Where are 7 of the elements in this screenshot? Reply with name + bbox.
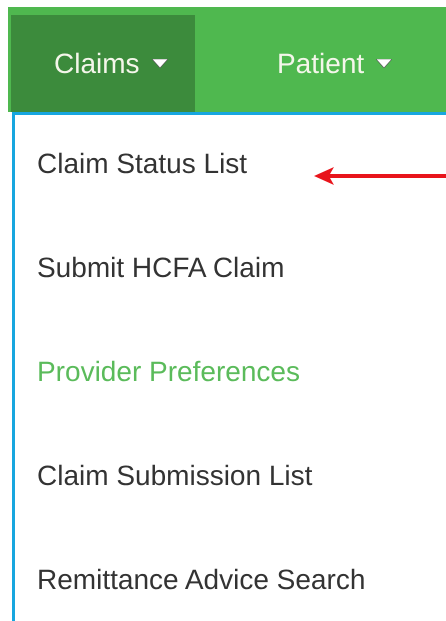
menu-item[interactable]: Remittance Advice Search (15, 531, 446, 621)
caret-icon (376, 59, 392, 68)
caret-icon (152, 59, 168, 68)
menu-item[interactable]: Claim Submission List (15, 427, 446, 531)
nav-tab[interactable]: Claims (11, 15, 195, 112)
menu-item[interactable]: Submit HCFA Claim (15, 219, 446, 323)
menu-item[interactable]: Claim Status List (15, 115, 446, 219)
